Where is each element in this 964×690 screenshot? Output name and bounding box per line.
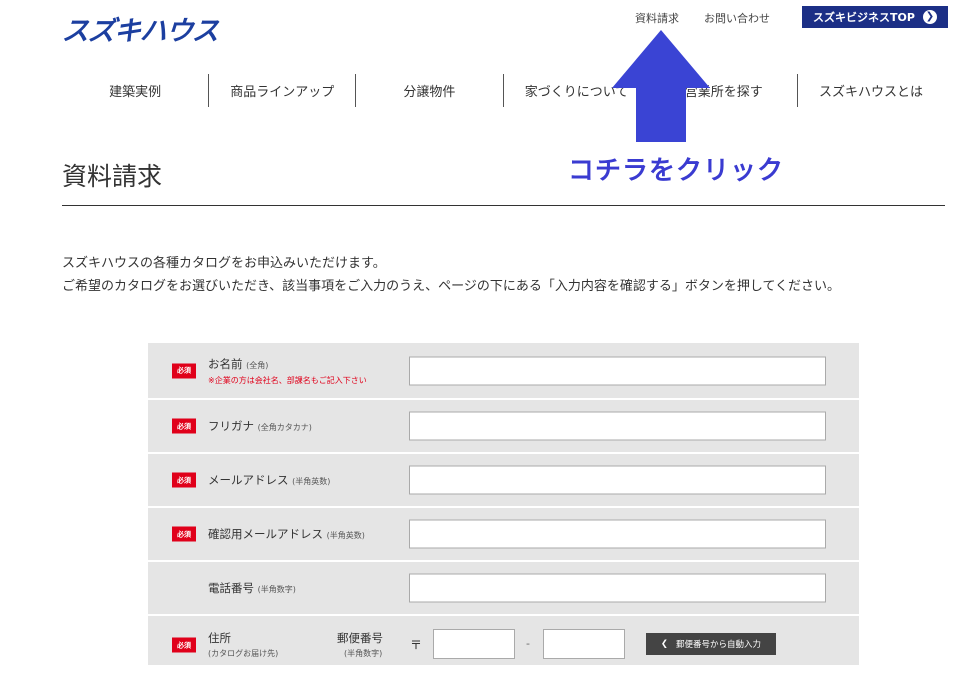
address-label: 住所 (208, 631, 231, 645)
name-label-note: ※企業の方は会社名、部課名もご記入下さい (208, 375, 367, 385)
annotation-arrow-up-icon (612, 30, 710, 142)
business-top-button[interactable]: スズキビジネスTOP ❯ (802, 6, 948, 28)
zip-label-sub: (半角数字) (344, 649, 383, 658)
phone-label: 電話番号 (半角数字) (208, 580, 296, 596)
email-label: メールアドレス (半角英数) (208, 472, 330, 488)
form-row-address: 必須 住所 (カタログお届け先) 郵便番号 (半角数字) 〒 - ❮ 郵便番号か… (148, 616, 859, 665)
chevron-left-icon: ❮ (660, 639, 669, 649)
business-top-label: スズキビジネスTOP (813, 11, 915, 24)
form-row-phone: 電話番号 (半角数字) (148, 562, 859, 614)
zip-code-second-input[interactable] (543, 629, 625, 659)
phone-label-sub: (半角数字) (257, 585, 296, 594)
email-confirm-label-sub: (半角英数) (326, 531, 365, 540)
form-row-furigana: 必須 フリガナ (全角カタカナ) (148, 400, 859, 452)
zip-dash: - (526, 637, 530, 650)
name-input[interactable] (409, 356, 826, 385)
annotation-click-here: コチラをクリック (568, 156, 785, 186)
furigana-label-sub: (全角カタカナ) (257, 423, 312, 432)
title-divider (62, 205, 945, 206)
postal-mark: 〒 (410, 638, 423, 652)
name-label: お名前 (全角) ※企業の方は会社名、部課名もご記入下さい (208, 356, 367, 386)
suzuki-house-logo[interactable]: スズキハウス (60, 16, 220, 47)
intro-text: スズキハウスの各種カタログをお申込みいただけます。 ご希望のカタログをお選びいた… (62, 252, 840, 298)
furigana-label: フリガナ (全角カタカナ) (208, 418, 312, 434)
catalog-request-form: 必須 お名前 (全角) ※企業の方は会社名、部課名もご記入下さい 必須 フリガナ… (148, 343, 859, 665)
phone-label-text: 電話番号 (208, 581, 254, 595)
gnav-item-lineup[interactable]: 商品ラインアップ (208, 74, 355, 107)
logo-text: スズキハウス (60, 16, 220, 47)
form-row-email-confirm: 必須 確認用メールアドレス (半角英数) (148, 508, 859, 560)
top-link-contact[interactable]: お問い合わせ (704, 10, 770, 26)
name-label-text: お名前 (208, 356, 243, 371)
required-badge: 必須 (172, 418, 196, 434)
email-label-sub: (半角英数) (292, 477, 331, 486)
furigana-label-text: フリガナ (208, 419, 254, 433)
required-badge: 必須 (172, 472, 196, 488)
global-nav: 建築実例 商品ラインアップ 分譲物件 家づくりについて 営業所を探す スズキハウ… (62, 74, 944, 107)
email-confirm-label-text: 確認用メールアドレス (208, 527, 323, 541)
chevron-right-icon: ❯ (922, 10, 937, 24)
zip-auto-fill-button[interactable]: ❮ 郵便番号から自動入力 (646, 633, 776, 655)
intro-line-1: スズキハウスの各種カタログをお申込みいただけます。 (62, 256, 386, 271)
phone-input[interactable] (409, 573, 826, 603)
name-label-sub: (全角) (246, 360, 269, 370)
address-label-sub: (カタログお届け先) (208, 649, 279, 658)
required-badge: 必須 (172, 363, 196, 378)
top-link-catalog-request[interactable]: 資料請求 (635, 10, 679, 26)
email-confirm-input[interactable] (409, 519, 826, 549)
form-row-name: 必須 お名前 (全角) ※企業の方は会社名、部課名もご記入下さい (148, 343, 859, 398)
top-links: 資料請求 お問い合わせ (635, 10, 770, 26)
zip-auto-fill-label: 郵便番号から自動入力 (676, 640, 762, 650)
page-title: 資料請求 (62, 162, 163, 191)
gnav-item-properties[interactable]: 分譲物件 (355, 74, 502, 107)
zip-label: 郵便番号 (337, 631, 383, 645)
email-confirm-label: 確認用メールアドレス (半角英数) (208, 526, 365, 542)
gnav-item-works[interactable]: 建築実例 (62, 74, 208, 107)
email-input[interactable] (409, 465, 826, 495)
furigana-input[interactable] (409, 411, 826, 441)
gnav-item-about-company[interactable]: スズキハウスとは (796, 74, 944, 107)
required-badge: 必須 (172, 637, 196, 653)
required-badge: 必須 (172, 526, 196, 542)
intro-line-2: ご希望のカタログをお選びいただき、該当事項をご入力のうえ、ページの下にある「入力… (62, 279, 841, 294)
form-row-email: 必須 メールアドレス (半角英数) (148, 454, 859, 506)
email-label-text: メールアドレス (208, 473, 289, 487)
zip-code-first-input[interactable] (433, 629, 515, 659)
